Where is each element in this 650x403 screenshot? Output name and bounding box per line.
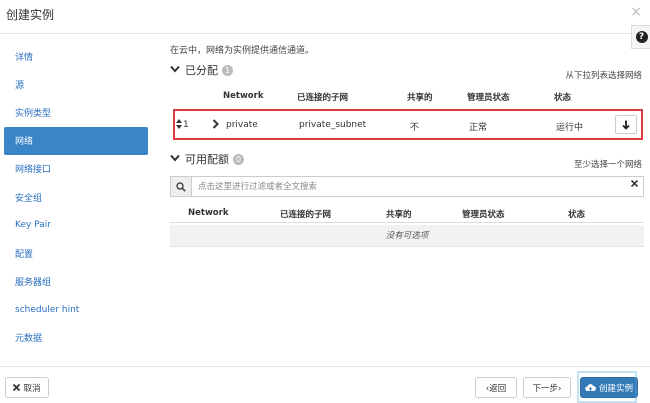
launch-instance-button[interactable]: 创建实例: [580, 377, 638, 398]
allocated-section-toggle[interactable]: 已分配 1: [170, 62, 234, 78]
sidebar-item-security-groups[interactable]: 安全组: [4, 183, 148, 211]
allocated-network-row[interactable]: 1 private private_subnet 不 正常 运行中: [173, 109, 643, 140]
help-icon: ?: [635, 31, 648, 43]
row-status: 运行中: [556, 123, 584, 133]
cancel-button[interactable]: 取消: [5, 377, 49, 398]
wizard-sidebar: 详情 源 实例类型 网络 网络接口 安全组 Key Pair 配置 服务器组 s…: [4, 42, 148, 352]
available-title: 可用配额: [185, 153, 229, 166]
next-button[interactable]: 下一步›: [523, 377, 571, 398]
sidebar-item-details[interactable]: 详情: [4, 42, 148, 70]
row-subnets: private_subnet: [299, 120, 367, 130]
search-input[interactable]: [198, 179, 618, 194]
sidebar-item-configuration[interactable]: 配置: [4, 239, 148, 267]
row-network-name: private: [226, 120, 258, 130]
column-header-status[interactable]: 状态: [568, 208, 585, 220]
column-header-subnets[interactable]: 已连接的子网: [280, 208, 331, 220]
column-header-admin-state[interactable]: 管理员状态: [467, 91, 510, 103]
modal-header: 创建实例 ×: [0, 0, 650, 34]
next-label: 下一步›: [532, 383, 562, 394]
sidebar-item-source[interactable]: 源: [4, 70, 148, 98]
modal-title: 创建实例: [6, 8, 55, 22]
cloud-upload-icon: [585, 384, 596, 392]
clear-icon[interactable]: [630, 179, 639, 190]
row-shared: 不: [410, 123, 420, 133]
sidebar-item-metadata[interactable]: 元数据: [4, 324, 148, 352]
close-icon[interactable]: ×: [630, 4, 642, 20]
back-button[interactable]: ‹返回: [475, 377, 517, 398]
launch-label: 创建实例: [598, 383, 633, 394]
help-button[interactable]: ?: [631, 25, 650, 49]
row-order: 1: [183, 120, 189, 130]
allocated-hint: 从下拉列表选择网络: [565, 71, 642, 81]
deallocate-button[interactable]: [615, 115, 637, 134]
column-header-admin-state[interactable]: 管理员状态: [462, 208, 505, 220]
empty-table-message: 没有可选项: [170, 225, 644, 247]
available-count-badge: 0: [233, 153, 245, 165]
times-icon: [13, 384, 21, 391]
column-header-status[interactable]: 状态: [554, 91, 571, 103]
column-header-subnets[interactable]: 已连接的子网: [297, 91, 348, 103]
arrow-down-icon: [622, 120, 630, 130]
sort-icon[interactable]: [176, 119, 182, 132]
modal-footer: 取消 ‹返回 下一步› 创建实例: [0, 366, 650, 403]
available-hint: 至少选择一个网络: [573, 160, 642, 170]
sidebar-item-networks[interactable]: 网络: [4, 126, 148, 155]
column-header-network[interactable]: Network: [223, 91, 263, 101]
allocated-count-badge: 1: [222, 64, 234, 76]
chevron-right-icon[interactable]: [212, 119, 219, 132]
search-icon: [171, 177, 192, 196]
available-section-toggle[interactable]: 可用配额 0: [170, 151, 245, 167]
column-header-shared[interactable]: 共享的: [407, 91, 433, 103]
back-label: ‹返回: [485, 383, 507, 394]
sidebar-item-key-pair[interactable]: Key Pair: [4, 211, 148, 239]
search-bar: [170, 176, 644, 197]
column-header-network[interactable]: Network: [188, 208, 228, 218]
cancel-label: 取消: [23, 383, 41, 394]
sidebar-item-network-ports[interactable]: 网络接口: [4, 155, 148, 183]
sidebar-item-server-groups[interactable]: 服务器组: [4, 268, 148, 296]
chevron-down-icon: [170, 154, 182, 165]
row-admin-state: 正常: [469, 123, 488, 133]
sidebar-item-scheduler-hints[interactable]: scheduler hint: [4, 296, 148, 324]
chevron-down-icon: [170, 65, 182, 76]
sidebar-item-flavor[interactable]: 实例类型: [4, 98, 148, 126]
allocated-table-header: Network 已连接的子网 共享的 管理员状态 状态: [170, 91, 644, 105]
available-table-header: Network 已连接的子网 共享的 管理员状态 状态: [170, 208, 644, 222]
column-header-shared[interactable]: 共享的: [386, 208, 412, 220]
step-description: 在云中，网络为实例提供通信通道。: [170, 46, 315, 56]
allocated-title: 已分配: [185, 64, 218, 77]
